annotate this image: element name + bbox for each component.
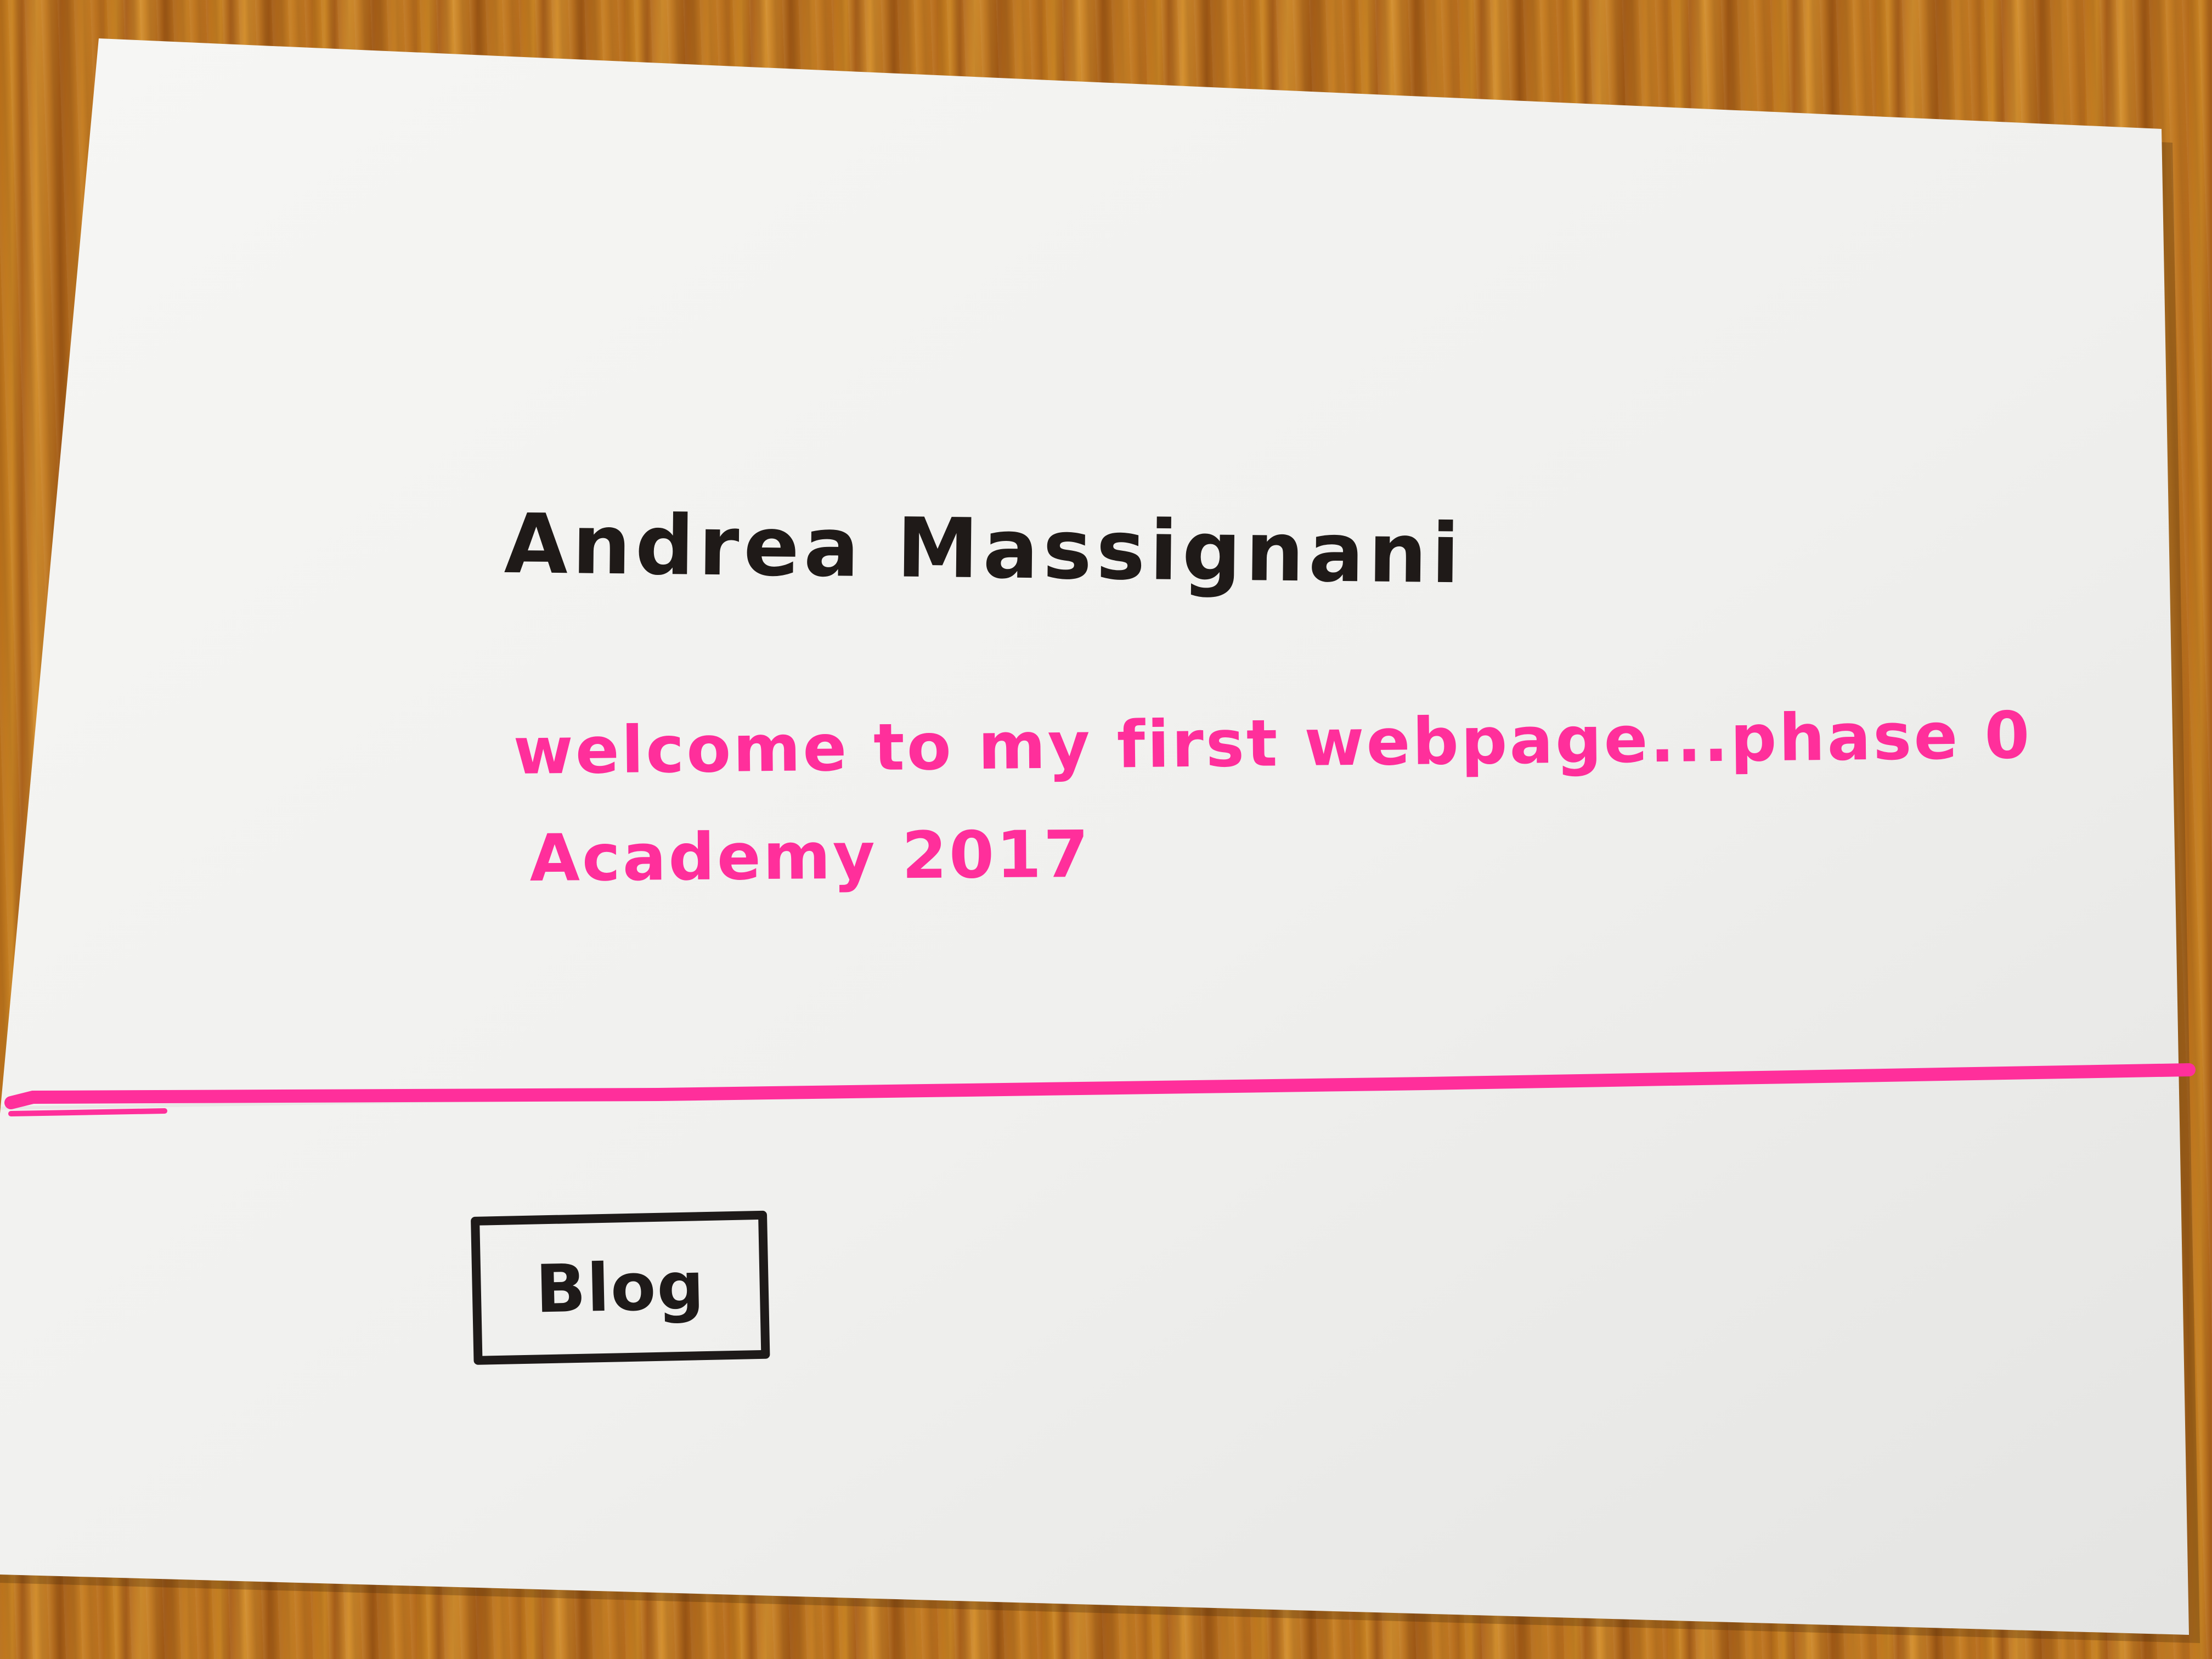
paper-sketch: Andrea Massignani welcome to my first we… (0, 0, 2212, 1659)
blog-button[interactable]: Blog (471, 1210, 770, 1365)
paper-body (0, 38, 2189, 1635)
paper-sheet (0, 38, 2200, 1643)
page-title: Andrea Massignani (504, 496, 1465, 602)
pink-divider-line-overlap (8, 1108, 167, 1116)
welcome-message: welcome to my first webpage...phase 0 (513, 697, 2033, 789)
signature-text: Academy 2017 (529, 816, 1091, 896)
blog-button-label: Blog (534, 1248, 706, 1328)
